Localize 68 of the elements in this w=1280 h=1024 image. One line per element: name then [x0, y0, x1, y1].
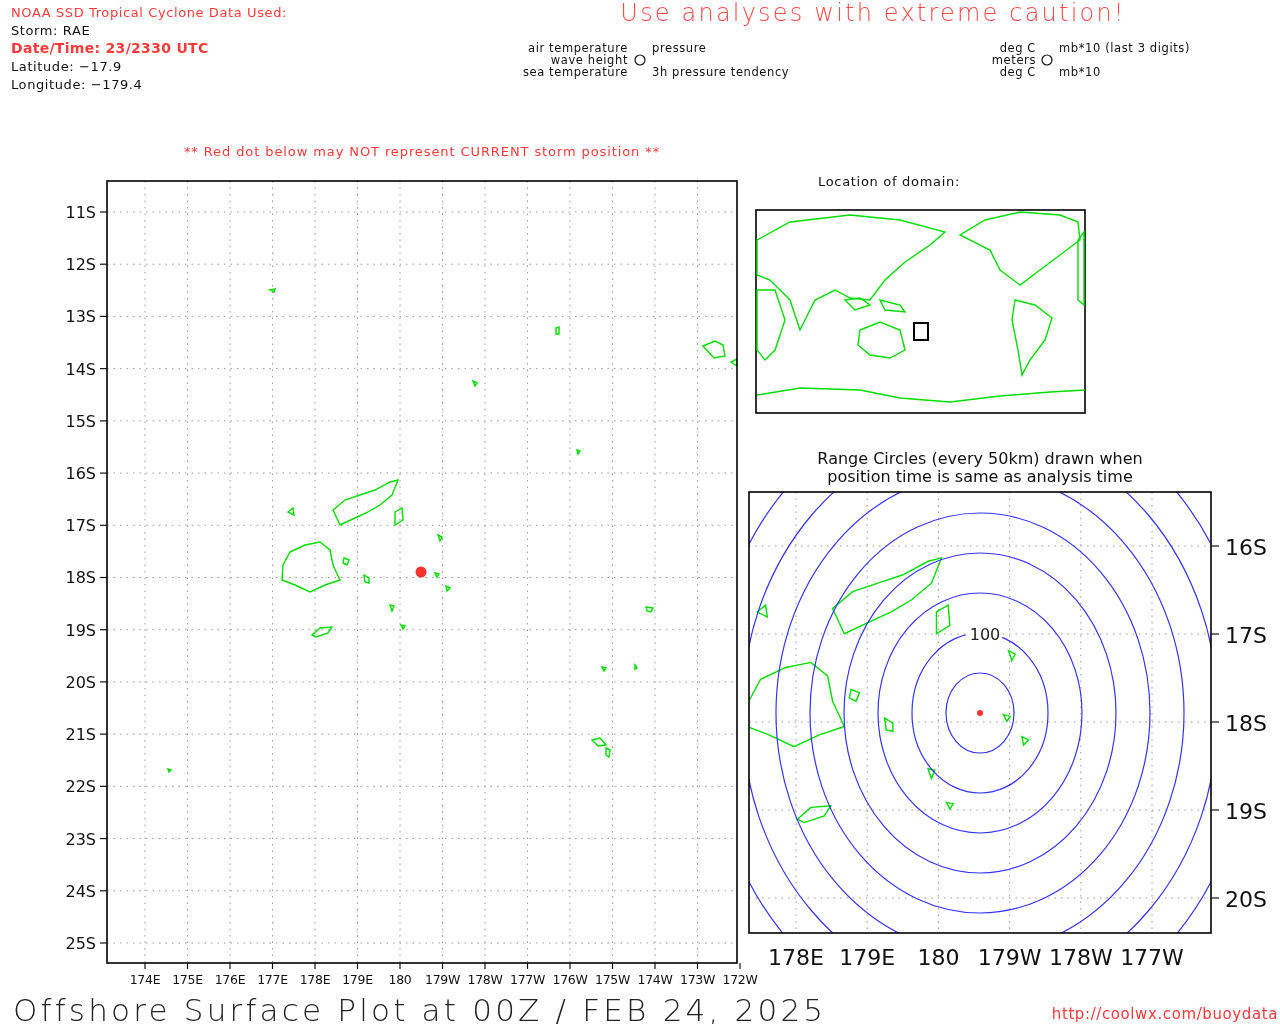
longitude-label: 176W — [552, 972, 588, 987]
latitude-label: 13S — [65, 307, 96, 327]
latitude-label: 18S — [65, 568, 96, 588]
storm-position-dot — [415, 566, 427, 578]
longitude-label: 177E — [257, 972, 288, 987]
station-circle-icon — [634, 54, 646, 66]
longitude-label: 179W — [977, 945, 1042, 970]
longitude-label: 180 — [917, 945, 960, 970]
latitude-label: 17S — [65, 516, 96, 536]
latitude-label: 15S — [65, 411, 96, 431]
unit-label: meters — [991, 53, 1036, 67]
caution-heading: Use analyses with extreme caution! — [620, 0, 1126, 27]
domain-map-title: Location of domain: — [817, 174, 961, 189]
range-map-title: position time is same as analysis time — [827, 467, 1133, 486]
storm-position-dot — [977, 710, 983, 716]
longitude-label: 180 — [388, 972, 412, 987]
longitude-label: 174W — [637, 972, 673, 987]
latitude-label: 21S — [65, 725, 96, 745]
latitude-label: 20S — [65, 672, 96, 692]
legend-label: 3h pressure tendency — [652, 65, 790, 79]
unit-label: deg C — [999, 65, 1036, 79]
longitude-label: 179E — [839, 945, 896, 970]
plot-title: Offshore Surface Plot at 00Z / FEB 24, 2025 — [13, 992, 827, 1024]
longitude-label: 178W — [467, 972, 503, 987]
unit-label: deg C — [999, 41, 1036, 55]
longitude-label: 175W — [595, 972, 630, 987]
storm-position-warning: ** Red dot below may NOT represent CURRENT storm position ** — [183, 144, 661, 159]
longitude-label: 178E — [299, 972, 331, 987]
longitude-label: 178W — [1048, 945, 1113, 970]
longitude-label: 175E — [172, 972, 203, 987]
longitude-label: 179E — [342, 972, 373, 987]
station-circle-icon — [1041, 54, 1053, 66]
latitude-label: 23S — [65, 829, 96, 849]
latitude-label: 25S — [65, 934, 96, 953]
source-url: http://coolwx.com/buoydata — [1051, 1005, 1278, 1023]
latitude-label: 16S — [65, 464, 96, 484]
latitude-label: 22S — [65, 777, 96, 797]
latitude-label: 16S — [1225, 535, 1267, 560]
latitude-label: 11S — [65, 203, 96, 222]
storm-info-text: Storm: RAE — [11, 23, 91, 38]
longitude-label: 173W — [680, 972, 715, 987]
longitude-label: 176E — [214, 972, 246, 987]
latitude-label: 20S — [1225, 887, 1267, 912]
range-circle-label: 100 — [969, 625, 1001, 644]
latitude-label: 19S — [65, 620, 96, 640]
longitude-label: 172W — [722, 972, 758, 987]
unit-label: mb*10 — [1059, 65, 1101, 79]
latitude-label: 18S — [1225, 711, 1267, 736]
longitude-label: 179W — [425, 972, 460, 987]
longitude-label: 174E — [129, 972, 161, 987]
domain-marker — [913, 322, 929, 341]
latitude-label: 12S — [65, 255, 96, 275]
date-time-text: Date/Time: 23/2330 UTC — [11, 40, 209, 56]
longitude-label: 177W — [1120, 945, 1184, 970]
legend-label: pressure — [652, 41, 707, 55]
legend-label: sea temperature — [522, 65, 628, 79]
unit-label: mb*10 (last 3 digits) — [1059, 41, 1190, 55]
longitude-label: 177W — [510, 972, 545, 987]
source-heading: NOAA SSD Tropical Cyclone Data Used: — [11, 5, 287, 20]
storm-info-text: Latitude: −17.9 — [11, 59, 122, 74]
legend-label: air temperature — [528, 41, 628, 55]
longitude-label: 178E — [768, 945, 824, 970]
latitude-label: 19S — [1225, 799, 1267, 824]
latitude-label: 17S — [1225, 623, 1267, 648]
latitude-label: 14S — [65, 359, 96, 379]
storm-info-text: Longitude: −179.4 — [11, 77, 143, 92]
range-map-title: Range Circles (every 50km) drawn when — [817, 449, 1143, 468]
latitude-label: 24S — [65, 881, 96, 901]
